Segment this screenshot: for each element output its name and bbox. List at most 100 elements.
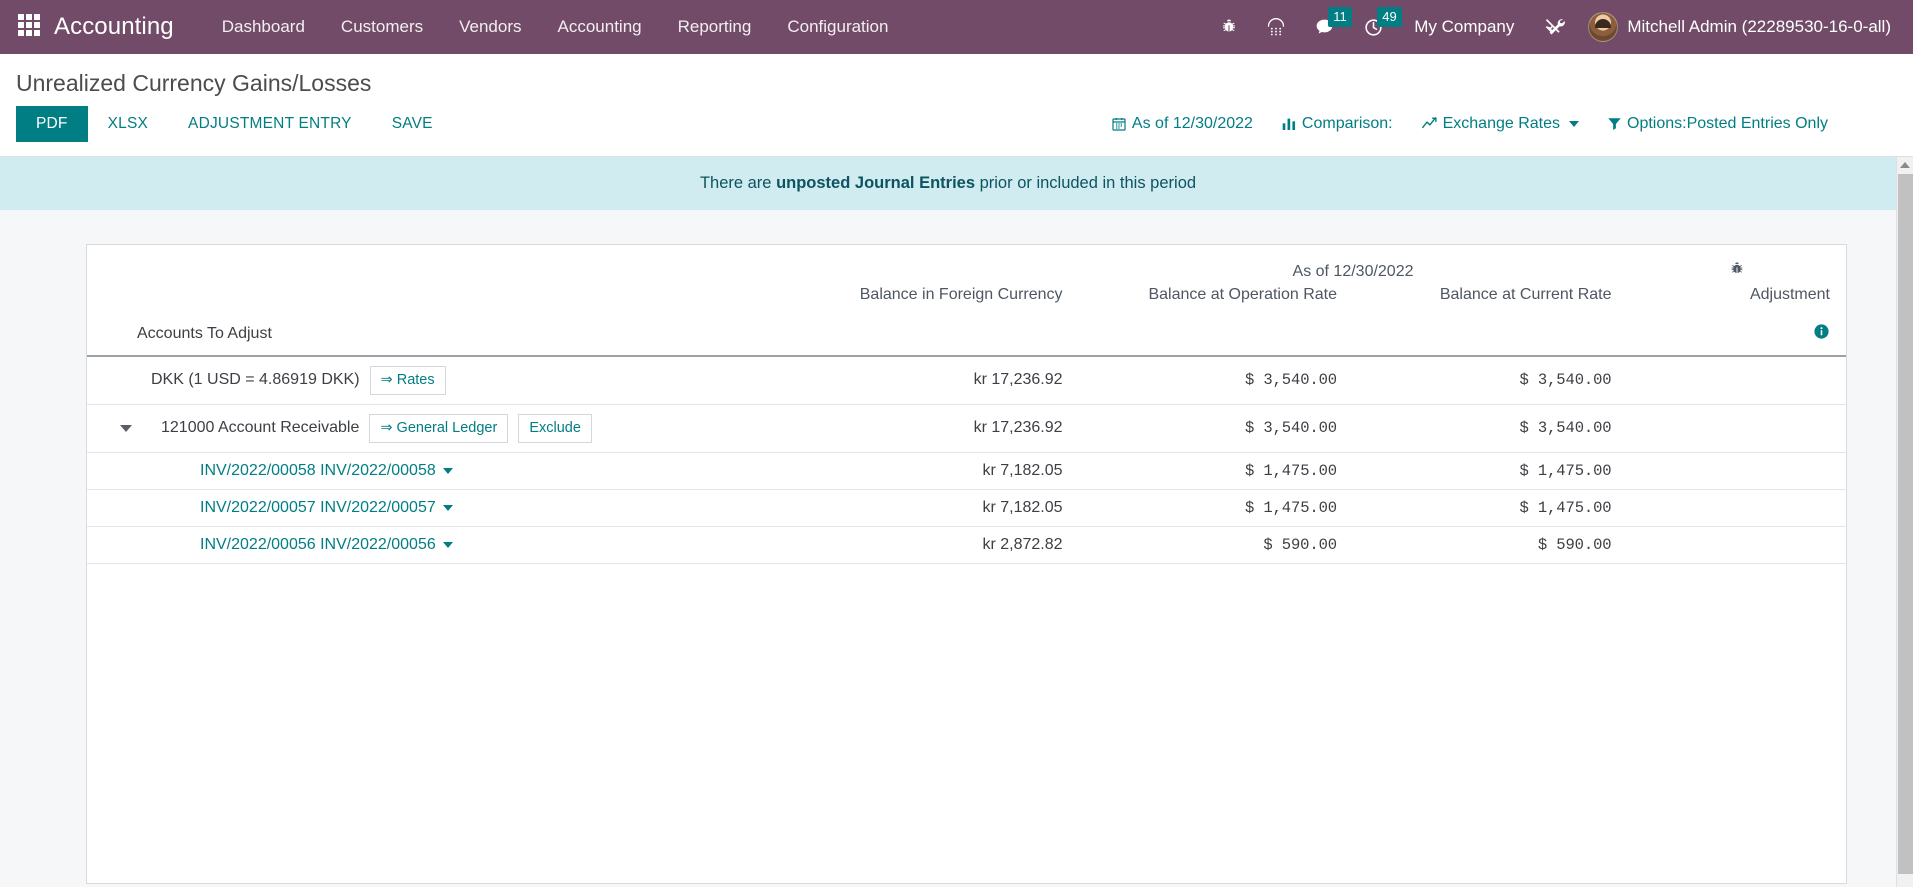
avatar <box>1588 12 1619 42</box>
table-row[interactable]: DKK (1 USD = 4.86919 DKK) ⇒ Rates kr 17,… <box>87 356 1846 405</box>
filter-comparison[interactable]: Comparison: <box>1267 110 1407 138</box>
row-label: 121000 Account Receivable <box>161 419 360 437</box>
navbar-right-tools: 11 49 My Company Mitchell Admin (2228953… <box>1206 0 1901 54</box>
header-spacer <box>87 245 782 282</box>
invoice-link[interactable]: INV/2022/00056 INV/2022/00056 <box>200 536 453 554</box>
line-chart-icon <box>1421 115 1438 132</box>
control-panel: Unrealized Currency Gains/Losses PDF XLS… <box>0 54 1913 157</box>
app-brand-accounting[interactable]: Accounting <box>54 13 174 41</box>
row-label: DKK (1 USD = 4.86919 DKK) <box>151 371 360 389</box>
menu-item-reporting[interactable]: Reporting <box>660 11 770 43</box>
adjustment-entry-button[interactable]: ADJUSTMENT ENTRY <box>168 106 372 142</box>
report-action-buttons: PDF XLSX ADJUSTMENT ENTRY SAVE <box>16 105 453 142</box>
section-label: Accounts To Adjust <box>87 313 782 358</box>
cell-current-rate: $ 3,540.00 <box>1353 404 1628 453</box>
section-blank-3 <box>1353 313 1628 358</box>
cell-operation-rate: $ 590.00 <box>1078 526 1353 564</box>
filter-options[interactable]: Options:Posted Entries Only <box>1593 110 1842 138</box>
xlsx-button[interactable]: XLSX <box>88 106 168 142</box>
save-button[interactable]: SAVE <box>372 106 453 142</box>
filter-exchange-rates-label: Exchange Rates <box>1442 114 1561 132</box>
period-header-row: As of 12/30/2022 <box>87 245 1846 282</box>
rates-button[interactable]: ⇒ Rates <box>369 366 446 395</box>
column-header-name <box>87 282 782 313</box>
page-title: Unrealized Currency Gains/Losses <box>16 70 372 96</box>
bug-icon[interactable] <box>1206 0 1252 54</box>
dialpad-icon[interactable] <box>1252 0 1300 54</box>
activities-badge: 49 <box>1377 7 1402 27</box>
activities-clock-icon[interactable]: 49 <box>1349 0 1402 54</box>
filter-exchange-rates[interactable]: Exchange Rates <box>1407 110 1593 138</box>
general-ledger-button[interactable]: ⇒ General Ledger <box>369 413 509 443</box>
apps-grid-icon[interactable] <box>18 14 44 40</box>
row-name-wrap: 121000 Account Receivable ⇒ General Ledg… <box>120 413 766 443</box>
expand-collapse-caret-icon[interactable] <box>120 424 132 432</box>
table-row[interactable]: 121000 Account Receivable ⇒ General Ledg… <box>87 404 1846 453</box>
row-label: INV/2022/00057 INV/2022/00057 <box>200 498 436 516</box>
cell-current-rate: $ 590.00 <box>1353 526 1628 564</box>
menu-item-vendors[interactable]: Vendors <box>441 11 539 43</box>
unrealized-gains-losses-table: As of 12/30/2022 Balance in Foreign Curr… <box>87 245 1846 564</box>
column-header-operation-rate: Balance at Operation Rate <box>1148 286 1337 304</box>
header-spacer-2 <box>782 245 1079 282</box>
menu-item-dashboard[interactable]: Dashboard <box>204 11 323 43</box>
cell-adjustment <box>1627 404 1846 453</box>
section-blank-2 <box>1078 313 1353 358</box>
unposted-entries-alert: There are unposted Journal Entries prior… <box>0 156 1896 211</box>
menu-item-accounting[interactable]: Accounting <box>540 11 660 43</box>
alert-suffix: prior or included in this period <box>975 173 1197 192</box>
column-header-row: Balance in Foreign Currency Balance at O… <box>87 282 1846 313</box>
row-name-cell: INV/2022/00057 INV/2022/00057 <box>87 489 782 527</box>
info-circle-icon[interactable] <box>1813 324 1830 344</box>
tools-wrench-screwdriver-icon[interactable] <box>1530 0 1580 54</box>
messages-icon[interactable]: 11 <box>1300 0 1352 54</box>
report-filters: As of 12/30/2022 Comparison: Exchange Ra… <box>1097 110 1897 138</box>
cell-adjustment <box>1627 356 1846 405</box>
filter-funnel-icon <box>1607 116 1622 131</box>
cell-operation-rate: $ 3,540.00 <box>1078 356 1353 405</box>
cell-foreign-currency: kr 2,872.82 <box>781 526 1079 564</box>
bug-icon[interactable] <box>1729 262 1745 281</box>
row-name-cell: INV/2022/00056 INV/2022/00056 <box>87 526 782 564</box>
report-card: As of 12/30/2022 Balance in Foreign Curr… <box>86 244 1847 885</box>
user-name-label: Mitchell Admin (22289530-16-0-all) <box>1627 17 1891 36</box>
table-body: Accounts To Adjust DKK (1 USD = 4.86919 … <box>87 313 1846 564</box>
chevron-down-icon <box>442 504 453 511</box>
company-switcher[interactable]: My Company <box>1398 17 1530 37</box>
table-row[interactable]: INV/2022/00056 INV/2022/00056 kr 2,872.8… <box>87 526 1846 564</box>
menu-item-configuration[interactable]: Configuration <box>769 11 906 43</box>
cell-foreign-currency: kr 7,182.05 <box>781 489 1079 527</box>
invoice-link[interactable]: INV/2022/00057 INV/2022/00057 <box>200 499 453 517</box>
user-menu[interactable]: Mitchell Admin (22289530-16-0-all) <box>1580 12 1901 42</box>
period-label: As of 12/30/2022 <box>1292 262 1414 280</box>
section-blank-1 <box>781 313 1079 358</box>
invoice-link[interactable]: INV/2022/00058 INV/2022/00058 <box>200 462 453 480</box>
row-label: INV/2022/00058 INV/2022/00058 <box>200 461 436 479</box>
pdf-button[interactable]: PDF <box>16 105 88 142</box>
filter-date-as-of[interactable]: As of 12/30/2022 <box>1097 110 1267 138</box>
chevron-down-icon <box>1569 120 1580 127</box>
table-row[interactable]: INV/2022/00058 INV/2022/00058 kr 7,182.0… <box>87 452 1846 490</box>
table-row[interactable]: INV/2022/00057 INV/2022/00057 kr 7,182.0… <box>87 489 1846 527</box>
report-content-area: There are unposted Journal Entries prior… <box>0 156 1913 887</box>
column-header-current-rate: Balance at Current Rate <box>1439 286 1612 304</box>
chevron-down-icon <box>442 541 453 548</box>
menu-item-customers[interactable]: Customers <box>323 11 441 43</box>
cell-foreign-currency: kr 7,182.05 <box>781 452 1079 490</box>
scroll-up-arrow-icon[interactable] <box>1897 156 1913 174</box>
scrollbar-thumb[interactable] <box>1898 173 1913 874</box>
table-bug-icon-cell <box>1628 245 1847 282</box>
exclude-button[interactable]: Exclude <box>518 413 592 443</box>
cell-current-rate: $ 3,540.00 <box>1353 356 1628 405</box>
row-label: INV/2022/00056 INV/2022/00056 <box>200 535 436 553</box>
cell-operation-rate: $ 3,540.00 <box>1078 404 1353 453</box>
filter-date-label: As of 12/30/2022 <box>1131 114 1253 132</box>
vertical-scrollbar[interactable] <box>1896 156 1913 887</box>
column-header-foreign-currency: Balance in Foreign Currency <box>859 286 1063 304</box>
cell-operation-rate: $ 1,475.00 <box>1078 452 1353 490</box>
section-info-cell <box>1627 313 1846 358</box>
cell-adjustment <box>1627 489 1846 527</box>
cell-current-rate: $ 1,475.00 <box>1353 489 1628 527</box>
report-scroll-region: As of 12/30/2022 Balance in Foreign Curr… <box>0 210 1896 887</box>
row-name-wrap: DKK (1 USD = 4.86919 DKK) ⇒ Rates <box>151 366 766 395</box>
